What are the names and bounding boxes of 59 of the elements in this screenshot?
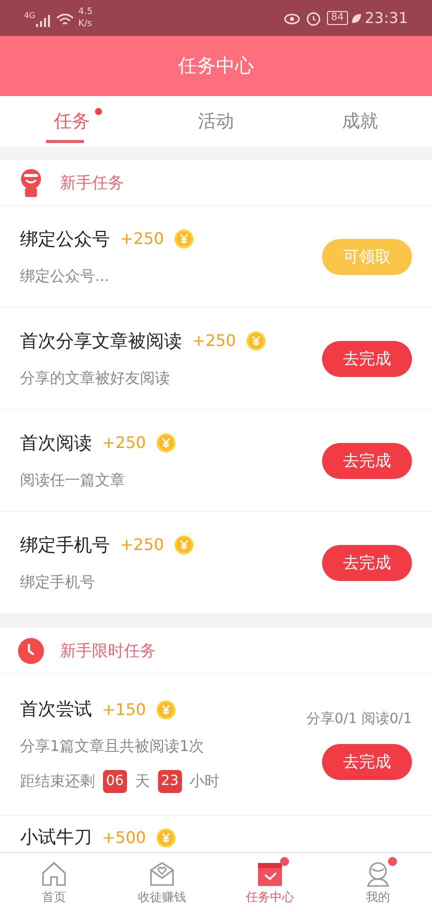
section-title: 新手限时任务	[60, 640, 156, 662]
complete-button[interactable]: 去完成	[322, 442, 412, 478]
user-icon	[364, 860, 392, 888]
speed-unit: K/s	[78, 18, 93, 30]
coin-icon	[156, 828, 176, 848]
task-description: 绑定手机号	[20, 572, 96, 593]
countdown-number: 23	[158, 770, 182, 793]
page-title: 任务中心	[178, 54, 254, 79]
tab[interactable]: 活动	[144, 96, 288, 146]
countdown-label: 距结束还剩	[20, 771, 95, 792]
task-title: 首次阅读	[20, 432, 92, 456]
countdown-number: 06	[103, 770, 127, 793]
nav-item[interactable]: 收徒赚钱	[108, 853, 216, 912]
task-description: 分享的文章被好友阅读	[20, 368, 171, 389]
tab-underline	[46, 140, 84, 143]
network-type: 4G	[24, 10, 36, 22]
leaf-icon	[350, 12, 362, 24]
section-title: 新手任务	[60, 172, 124, 194]
countdown-label: 小时	[190, 771, 220, 792]
wifi-icon	[56, 13, 74, 27]
battery-indicator: 84	[327, 11, 348, 25]
complete-button[interactable]: 去完成	[322, 544, 412, 580]
signal-icon	[36, 15, 50, 27]
task-description: 分享1篇文章且共被阅读1次	[20, 736, 206, 758]
coin-icon	[174, 535, 194, 556]
nav-item[interactable]: 任务中心	[216, 853, 324, 912]
reward-points: +250	[192, 330, 236, 352]
task-title: 首次尝试	[20, 698, 92, 722]
clock-time: 23:31	[364, 8, 408, 29]
envelope-heart-icon	[148, 860, 176, 888]
coin-icon	[156, 700, 176, 720]
network-speed: 4.5	[78, 6, 93, 18]
alarm-icon	[306, 10, 322, 26]
task-title: 绑定公众号	[20, 228, 110, 252]
coin-icon	[174, 229, 194, 250]
clock-icon	[18, 638, 44, 664]
mascot-icon	[19, 168, 43, 196]
task-title: 首次分享文章被阅读	[20, 330, 182, 354]
complete-button[interactable]: 去完成	[322, 744, 412, 780]
countdown-label: 天	[134, 771, 150, 792]
complete-button[interactable]: 去完成	[322, 340, 412, 376]
task-title: 绑定手机号	[20, 534, 110, 558]
share-read-counts: 分享0/1 阅读0/1	[306, 710, 412, 729]
nav-item[interactable]: 我的	[324, 853, 432, 912]
reward-points: +250	[102, 432, 146, 454]
reward-points: +150	[102, 698, 146, 721]
reward-points: +250	[120, 228, 164, 250]
task-description: 阅读任一篇文章	[20, 470, 126, 491]
tab[interactable]: 成就	[288, 96, 432, 146]
reward-points: +500	[102, 826, 146, 848]
coin-icon	[156, 433, 176, 454]
coin-icon	[246, 331, 266, 352]
task-description: 绑定公众号...	[20, 266, 110, 287]
eye-icon	[284, 11, 300, 25]
home-icon	[40, 860, 68, 888]
tab[interactable]: 任务	[0, 96, 144, 146]
nav-item[interactable]: 首页	[0, 853, 108, 912]
task-title: 小试牛刀	[20, 826, 92, 850]
reward-points: +250	[120, 534, 164, 556]
